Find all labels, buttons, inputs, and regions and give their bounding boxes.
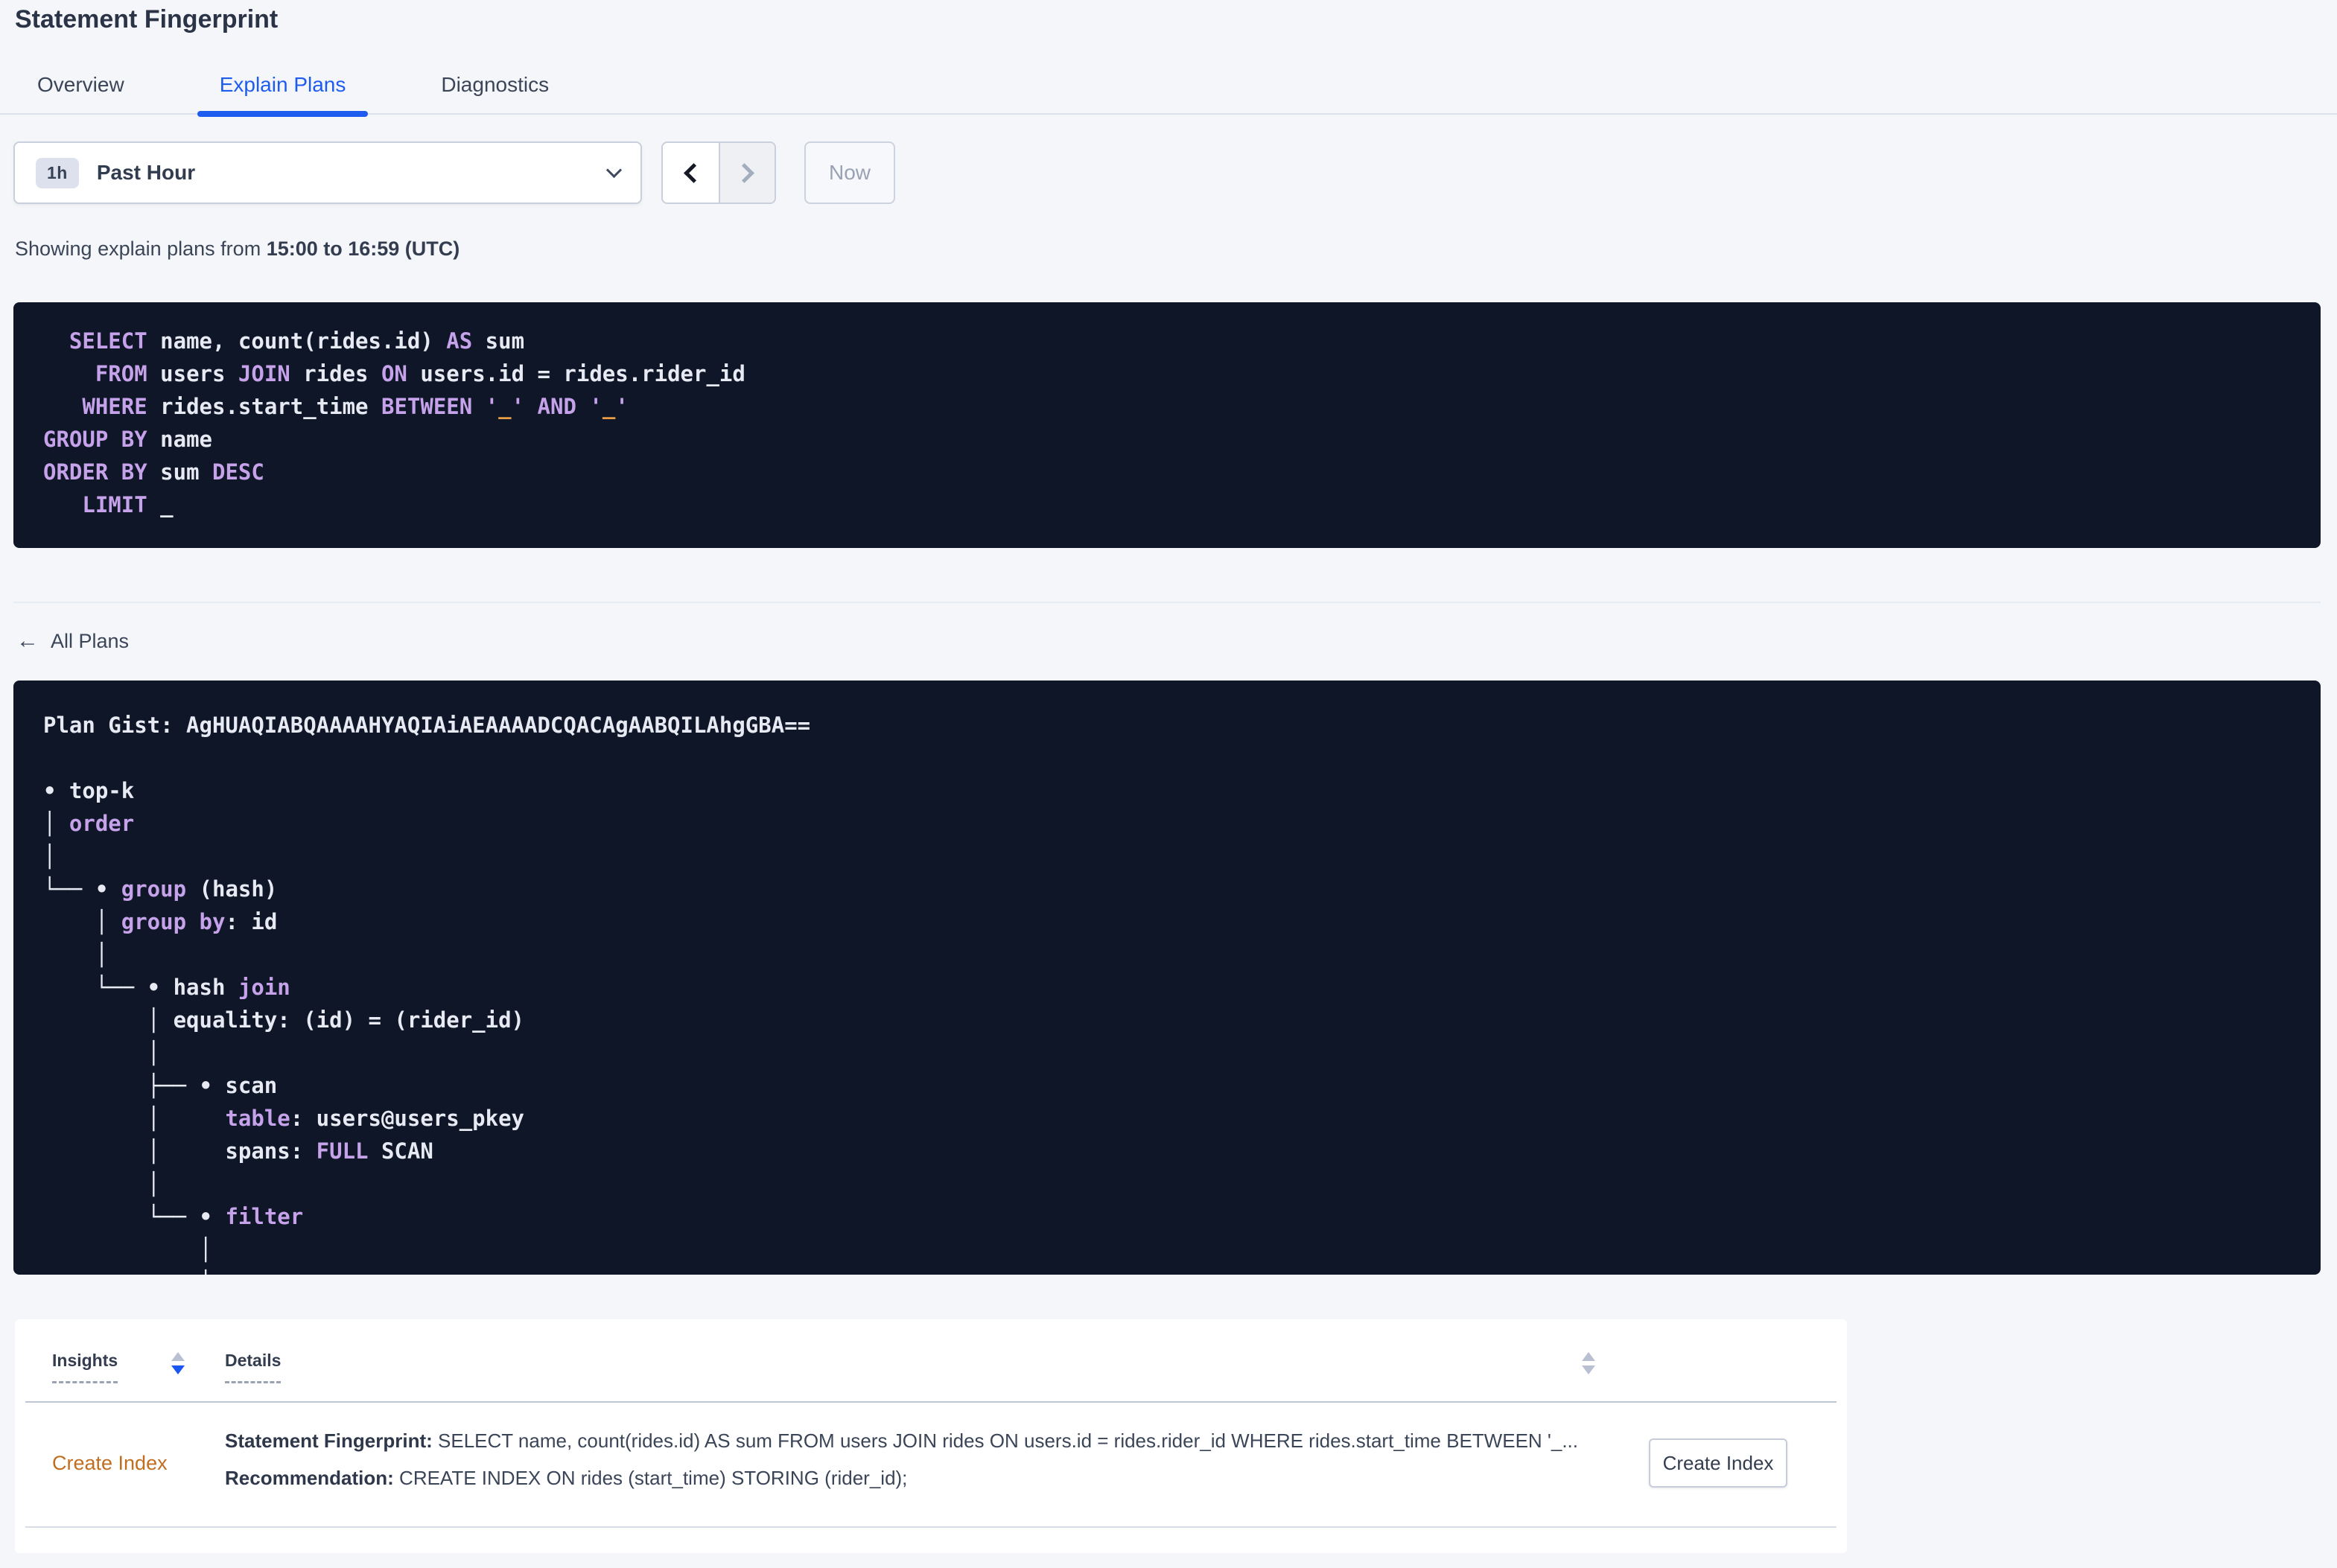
tab-overview[interactable]: Overview	[15, 64, 147, 113]
statement-fingerprint-label: Statement Fingerprint:	[225, 1430, 433, 1452]
time-range-label: Past Hour	[96, 161, 196, 184]
table-header-divider	[25, 1401, 1837, 1403]
sort-down-icon	[171, 1365, 185, 1374]
arrow-left-icon: ←	[16, 628, 39, 653]
sort-details-icon[interactable]	[1582, 1352, 1595, 1374]
all-plans-label: All Plans	[51, 629, 130, 652]
sort-up-icon	[1582, 1352, 1595, 1361]
now-button[interactable]: Now	[804, 141, 895, 204]
time-controls: 1h Past Hour Now	[13, 141, 2321, 204]
page-title: Statement Fingerprint	[15, 5, 279, 34]
time-range-picker[interactable]: 1h Past Hour	[13, 141, 642, 204]
insights-card: Insights Details Create Index Statement …	[15, 1319, 1847, 1553]
time-next-button[interactable]	[719, 143, 775, 203]
status-line: Showing explain plans from 15:00 to 16:5…	[15, 238, 2337, 259]
recommendation-label: Recommendation:	[225, 1467, 394, 1489]
duration-badge: 1h	[36, 157, 79, 188]
create-index-button[interactable]: Create Index	[1649, 1438, 1787, 1488]
tab-explain-plans[interactable]: Explain Plans	[197, 64, 369, 117]
sql-fingerprint-box: SELECT name, count(rides.id) AS sum FROM…	[13, 302, 2321, 548]
table-row-divider	[25, 1526, 1837, 1528]
statement-fingerprint-cell: Statement Fingerprint: SELECT name, coun…	[225, 1430, 1578, 1453]
sort-down-icon	[1582, 1365, 1595, 1374]
chevron-right-icon	[734, 162, 754, 183]
sort-insights-icon[interactable]	[171, 1352, 185, 1374]
time-pager	[661, 141, 776, 204]
plan-gist-box: Plan Gist: AgHUAQIABQAAAAHYAQIAiAEAAAADC…	[13, 681, 2321, 1275]
sort-up-icon	[171, 1352, 185, 1361]
tab-bar: Overview Explain Plans Diagnostics	[0, 64, 2337, 117]
statement-fingerprint-page: Statement Fingerprint Overview Explain P…	[0, 0, 2337, 1568]
insight-type-link[interactable]: Create Index	[52, 1452, 168, 1475]
time-prev-button[interactable]	[663, 143, 719, 203]
recommendation-cell: Recommendation: CREATE INDEX ON rides (s…	[225, 1467, 907, 1490]
status-line-prefix: Showing explain plans from	[15, 238, 267, 260]
status-line-range: 15:00 to 16:59 (UTC)	[266, 238, 460, 260]
section-divider	[13, 602, 2321, 603]
column-header-details[interactable]: Details	[225, 1351, 282, 1383]
all-plans-link[interactable]: ← All Plans	[16, 630, 129, 652]
chevron-left-icon	[684, 162, 704, 183]
recommendation-text: CREATE INDEX ON rides (start_time) STORI…	[393, 1467, 908, 1489]
tab-diagnostics[interactable]: Diagnostics	[419, 64, 571, 113]
chevron-down-icon	[605, 162, 623, 178]
column-header-insights[interactable]: Insights	[52, 1351, 118, 1383]
statement-fingerprint-text: SELECT name, count(rides.id) AS sum FROM…	[432, 1430, 1578, 1452]
